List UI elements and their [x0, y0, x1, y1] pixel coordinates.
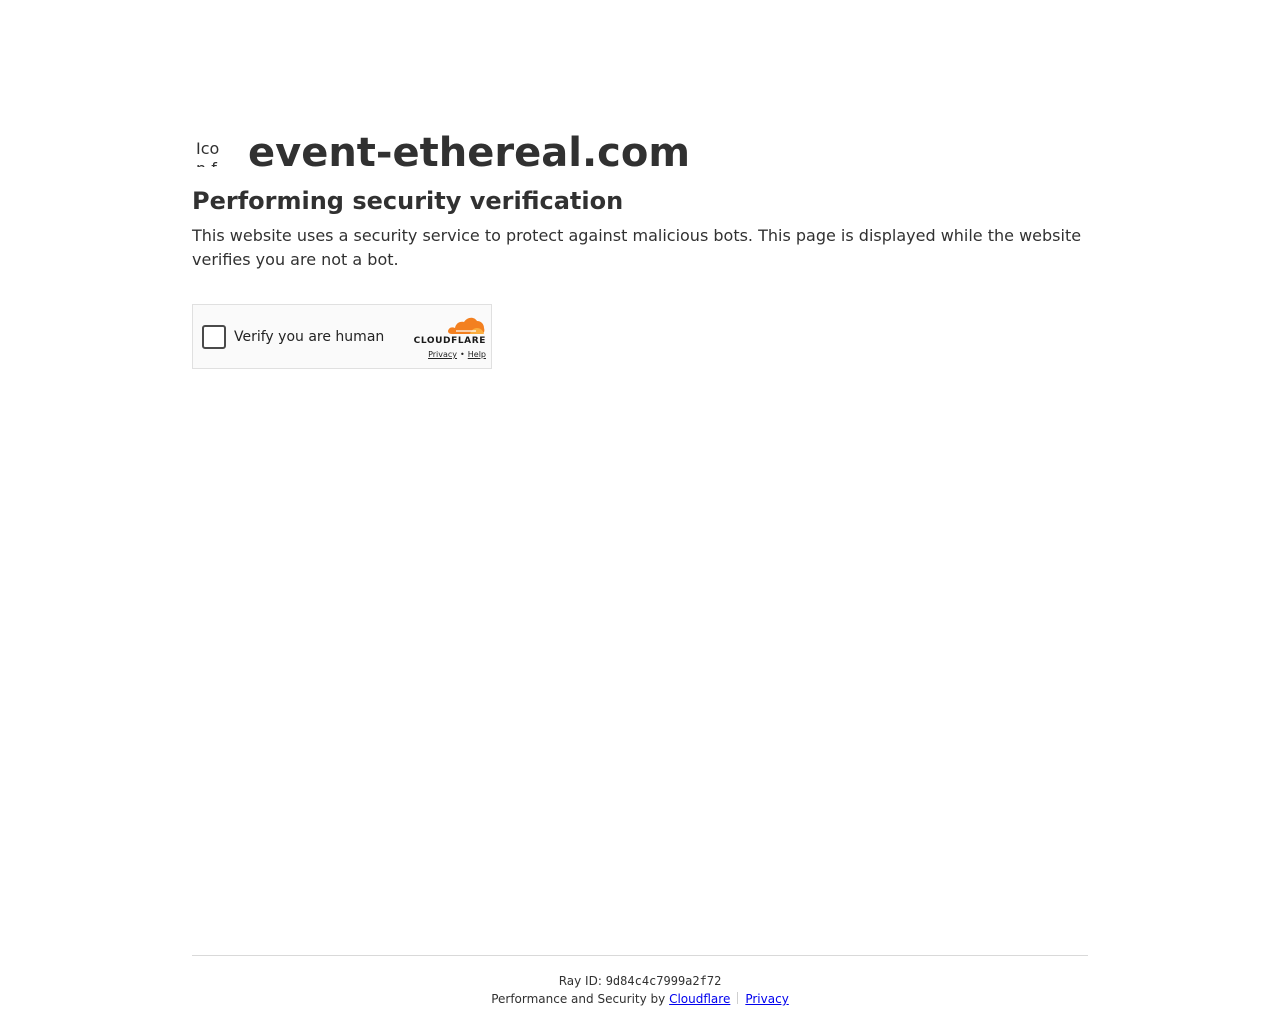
site-name: event-ethereal.com: [248, 130, 691, 176]
ray-id-value: 9d84c4c7999a2f72: [605, 974, 722, 988]
cloudflare-logo: CLOUDFLARE Privacy • Help: [410, 315, 486, 359]
page-description: This website uses a security service to …: [192, 226, 1082, 269]
widget-link-separator: •: [460, 350, 465, 359]
widget-privacy-link[interactable]: Privacy: [428, 350, 457, 359]
footer-privacy-link[interactable]: Privacy: [745, 992, 788, 1006]
ray-id-label: Ray ID:: [558, 974, 602, 988]
widget-links: Privacy • Help: [428, 350, 486, 360]
footer-divider: [192, 955, 1088, 956]
turnstile-widget: Verify you are human CLOUDFLARE Privacy •…: [192, 304, 492, 369]
cloudflare-wordmark: CLOUDFLARE: [413, 336, 486, 346]
performance-text: Performance and Security by: [491, 992, 666, 1006]
footer: Ray ID: 9d84c4c7999a2f72 Performance and…: [192, 972, 1088, 1008]
footer-link-divider: [737, 992, 739, 1004]
site-favicon-icon: Icon for: [196, 139, 220, 167]
site-header: Icon for event-ethereal.com: [192, 128, 690, 178]
widget-help-link[interactable]: Help: [468, 350, 486, 359]
page-heading: Performing security verification: [192, 187, 624, 215]
ray-id-line: Ray ID: 9d84c4c7999a2f72: [192, 972, 1088, 990]
cloudflare-link[interactable]: Cloudflare: [669, 992, 730, 1006]
cloudflare-cloud-icon: [448, 317, 485, 334]
verify-label[interactable]: Verify you are human: [234, 327, 384, 347]
verify-checkbox[interactable]: [202, 325, 226, 349]
